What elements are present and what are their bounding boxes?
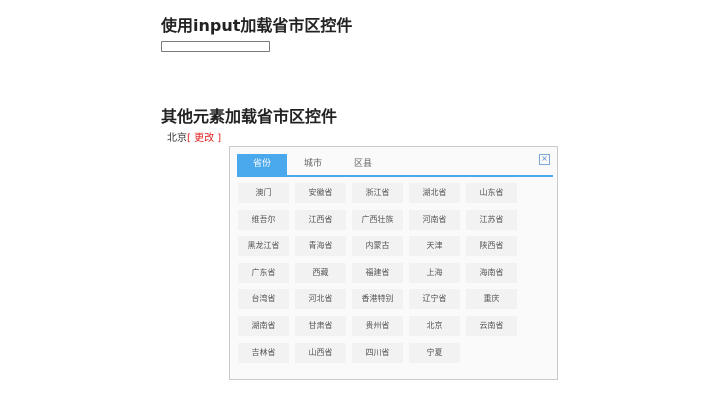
province-option[interactable]: 宁夏 — [409, 342, 460, 363]
tab-province[interactable]: 省份 — [237, 154, 287, 175]
province-option[interactable]: 河北省 — [295, 289, 346, 310]
province-option[interactable]: 北京 — [409, 316, 460, 336]
selected-city: 北京 — [167, 133, 187, 144]
province-option[interactable]: 台湾省 — [238, 289, 289, 310]
province-option[interactable]: 湖南省 — [238, 316, 289, 336]
province-option[interactable]: 云南省 — [466, 316, 517, 336]
province-option[interactable]: 陕西省 — [466, 236, 517, 257]
region-input[interactable] — [161, 41, 270, 52]
province-option[interactable]: 山东省 — [466, 183, 517, 203]
province-option[interactable]: 河南省 — [409, 209, 460, 230]
province-option[interactable]: 天津 — [409, 236, 460, 257]
province-option[interactable]: 湖北省 — [409, 183, 460, 203]
province-option[interactable]: 贵州省 — [352, 316, 403, 336]
province-option[interactable]: 四川省 — [352, 342, 403, 363]
page: 使用input加载省市区控件 其他元素加载省市区控件 北京[ 更改 ] × 省份… — [0, 0, 720, 405]
province-option[interactable]: 广东省 — [238, 262, 289, 283]
picker-tabs: 省份 城市 区县 — [237, 154, 553, 177]
province-option[interactable]: 浙江省 — [352, 183, 403, 203]
province-option[interactable]: 维吾尔 — [238, 209, 289, 230]
tab-city[interactable]: 城市 — [288, 154, 338, 175]
province-option[interactable]: 重庆 — [466, 289, 517, 310]
province-option[interactable]: 吉林省 — [238, 342, 289, 363]
province-option[interactable]: 广西壮族 — [352, 209, 403, 230]
selected-region-line: 北京[ 更改 ] — [167, 132, 221, 146]
province-option[interactable]: 青海省 — [295, 236, 346, 257]
province-option[interactable]: 黑龙江省 — [238, 236, 289, 257]
change-link[interactable]: [ 更改 ] — [187, 133, 221, 144]
province-option[interactable]: 安徽省 — [295, 183, 346, 203]
section-title-element: 其他元素加载省市区控件 — [161, 107, 338, 126]
region-picker-popup: × 省份 城市 区县 澳门 安徽省 浙江省 湖北省 山东省 维吾尔 江西省 广西壮族 河南省 江苏… — [229, 146, 558, 380]
province-option[interactable]: 江西省 — [295, 209, 346, 230]
province-option[interactable]: 上海 — [409, 262, 460, 283]
province-option[interactable]: 香港特别 — [352, 289, 403, 310]
province-option[interactable]: 山西省 — [295, 342, 346, 363]
province-option[interactable]: 西藏 — [295, 262, 346, 283]
province-option[interactable]: 内蒙古 — [352, 236, 403, 257]
province-option[interactable]: 海南省 — [466, 262, 517, 283]
province-option[interactable]: 辽宁省 — [409, 289, 460, 310]
section-title-input: 使用input加载省市区控件 — [161, 16, 353, 35]
province-option[interactable]: 福建省 — [352, 262, 403, 283]
province-option[interactable]: 江苏省 — [466, 209, 517, 230]
province-option[interactable]: 甘肃省 — [295, 316, 346, 336]
province-option[interactable]: 澳门 — [238, 183, 289, 203]
tab-district[interactable]: 区县 — [338, 154, 388, 175]
